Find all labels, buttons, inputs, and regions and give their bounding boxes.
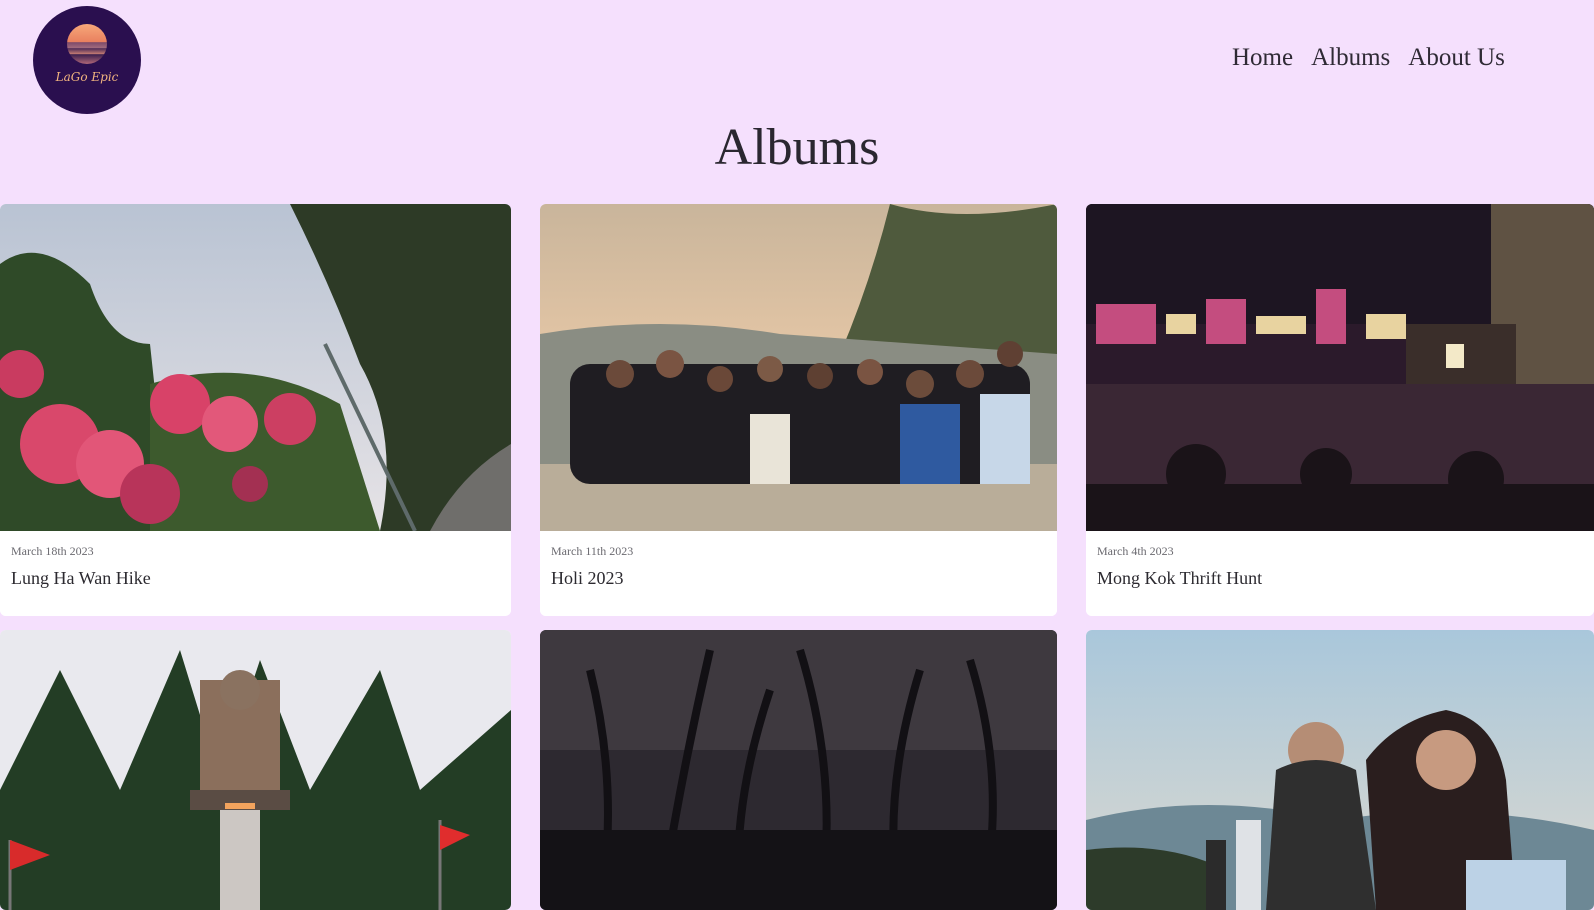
album-date: March 18th 2023 (11, 544, 94, 558)
nav-about-us[interactable]: About Us (1408, 44, 1505, 72)
album-card-mong-kok[interactable]: March 4th 2023 Mong Kok Thrift Hunt (1086, 204, 1594, 616)
album-title[interactable]: Mong Kok Thrift Hunt (1097, 568, 1262, 589)
album-title[interactable]: Holi 2023 (551, 568, 624, 589)
album-card-lung-ha-wan[interactable]: March 18th 2023 Lung Ha Wan Hike (0, 204, 511, 616)
album-photo-friends (1086, 630, 1594, 910)
album-card-mountain-friends[interactable] (1086, 630, 1594, 910)
album-title[interactable]: Lung Ha Wan Hike (11, 568, 151, 589)
album-date: March 11th 2023 (551, 544, 634, 558)
album-card-holi[interactable]: March 11th 2023 Holi 2023 (540, 204, 1057, 616)
nav-home[interactable]: Home (1232, 44, 1293, 72)
main-nav: Home Albums About Us (1232, 44, 1505, 72)
logo-text: LaGo Epic (55, 70, 119, 84)
album-meta: March 4th 2023 Mong Kok Thrift Hunt (1086, 531, 1594, 616)
album-photo-night-city (1086, 204, 1594, 531)
album-date: March 4th 2023 (1097, 544, 1174, 558)
album-photo-group (540, 204, 1057, 531)
nav-albums[interactable]: Albums (1311, 44, 1390, 72)
sunset-icon (67, 24, 107, 64)
album-meta: March 18th 2023 Lung Ha Wan Hike (0, 531, 511, 616)
page-title: Albums (714, 119, 880, 176)
album-photo-buddha (0, 630, 511, 910)
album-photo-flowers (0, 204, 511, 531)
album-card-forest[interactable] (540, 630, 1057, 910)
logo[interactable]: LaGo Epic (33, 6, 141, 114)
album-photo-forest (540, 630, 1057, 910)
album-meta: March 11th 2023 Holi 2023 (540, 531, 1057, 616)
album-card-big-buddha[interactable] (0, 630, 511, 910)
